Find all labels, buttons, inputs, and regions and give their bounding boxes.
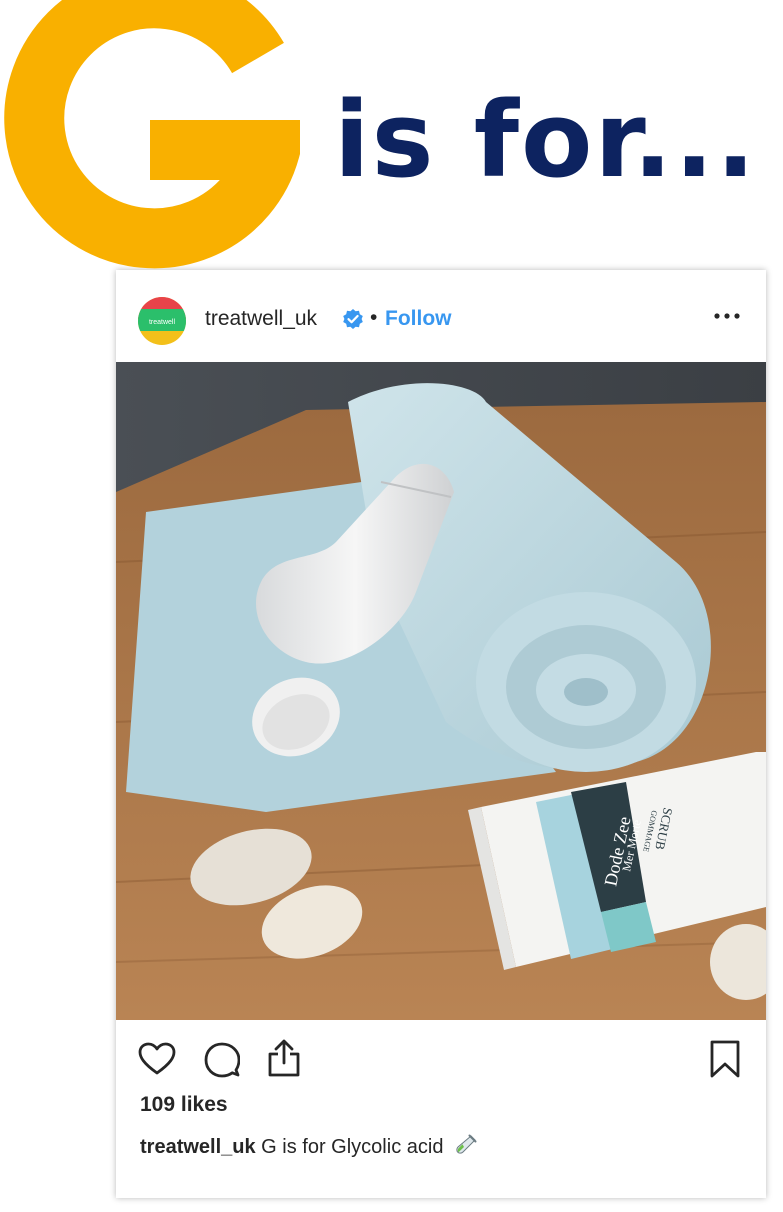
likes-count[interactable]: 109 likes [140, 1093, 228, 1117]
avatar-logo-text: treatwell [149, 319, 176, 326]
headline-letter-g [4, 0, 300, 269]
post-caption: treatwell_uk G is for Glycolic acid [140, 1134, 477, 1159]
share-icon[interactable] [267, 1038, 301, 1078]
instagram-post-card: treatwell treatwell_uk • Follow Dode Zee… [116, 270, 766, 1198]
follow-button[interactable]: Follow [385, 307, 452, 331]
headline-text: is for... [334, 79, 758, 201]
bookmark-icon[interactable] [710, 1040, 740, 1078]
avatar[interactable]: treatwell [138, 297, 186, 345]
caption-text: G is for Glycolic acid [261, 1136, 444, 1158]
post-username[interactable]: treatwell_uk [205, 307, 317, 331]
heart-icon[interactable] [138, 1042, 176, 1076]
verified-badge-icon [343, 309, 363, 329]
comment-icon[interactable] [204, 1042, 240, 1078]
caption-username[interactable]: treatwell_uk [140, 1136, 256, 1158]
more-options-icon[interactable] [712, 304, 742, 328]
post-photo: Dode Zee Mer Morte SCRUB GOMMAGE [116, 362, 766, 1020]
separator-dot: • [370, 306, 378, 329]
test-tube-icon [456, 1134, 477, 1154]
